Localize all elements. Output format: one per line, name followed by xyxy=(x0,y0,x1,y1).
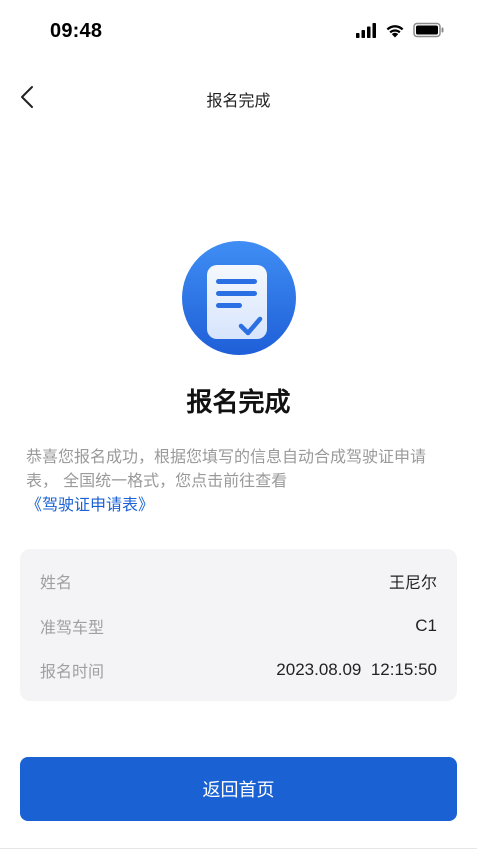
status-icons xyxy=(355,22,445,38)
info-value: 王尼尔 xyxy=(388,573,437,592)
info-row-name: 姓名 王尼尔 xyxy=(40,569,437,593)
document-check-icon xyxy=(181,240,297,356)
status-bar: 09:48 xyxy=(0,0,477,60)
signal-icon xyxy=(356,23,376,38)
info-label: 姓名 xyxy=(40,573,73,592)
battery-icon xyxy=(413,22,444,38)
info-value: 2023.08.09 12:15:50 xyxy=(276,660,437,679)
info-value: C1 xyxy=(415,616,437,635)
success-title: 报名完成 xyxy=(186,388,291,418)
description-text: 恭喜您报名成功，根据您填写的信息自动合成驾驶证申请表， 全国统一格式，您点击前往… xyxy=(26,447,427,490)
info-row-license-type: 准驾车型 C1 xyxy=(40,614,437,638)
registration-complete-page: 09:48 报名完成 报名完成 恭喜您报名成功，根据您填写的信息自动合成驾驶证申… xyxy=(0,0,477,850)
info-label: 报名时间 xyxy=(40,662,105,681)
bottom-divider xyxy=(0,848,477,849)
status-time: 09:48 xyxy=(50,20,103,42)
registration-info-card: 姓名 王尼尔 准驾车型 C1 报名时间 2023.08.09 12:15:50 xyxy=(20,549,457,701)
info-label: 准驾车型 xyxy=(40,618,105,637)
page-title: 报名完成 xyxy=(206,91,271,110)
wifi-icon xyxy=(386,25,404,38)
info-row-registration-time: 报名时间 2023.08.09 12:15:50 xyxy=(40,658,437,682)
back-home-button[interactable]: 返回首页 xyxy=(20,757,457,821)
license-application-link[interactable]: 《驾驶证申请表》 xyxy=(26,493,457,517)
success-description: 恭喜您报名成功，根据您填写的信息自动合成驾驶证申请表， 全国统一格式，您点击前往… xyxy=(26,445,457,517)
